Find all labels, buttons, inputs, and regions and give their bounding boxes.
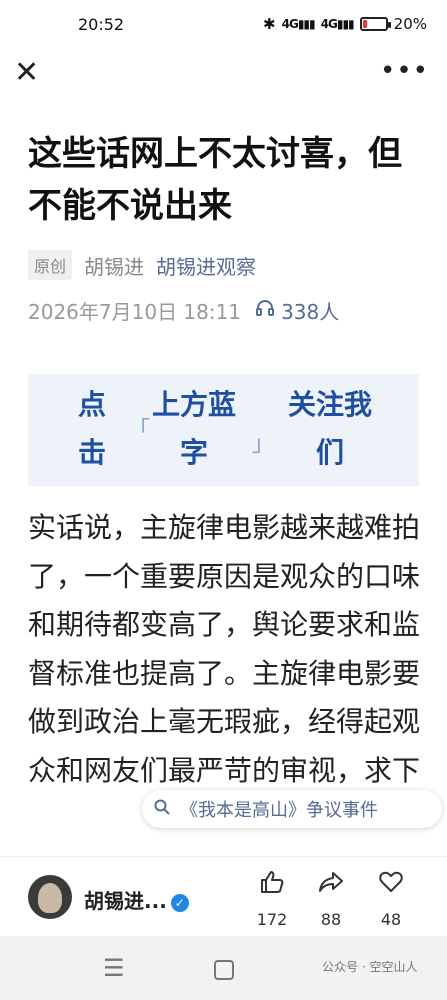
- bluetooth-icon: ✱: [263, 15, 276, 33]
- banner-word-2a: 上方蓝: [151, 388, 236, 421]
- article-body: 实话说，主旋律电影越来越难拍了，一个重要原因是观众的口味和期待都变高了，舆论要求…: [28, 511, 421, 787]
- topic-text: 《我本是高山》争议事件: [180, 800, 378, 821]
- battery-percent: 20%: [393, 15, 427, 33]
- share-button[interactable]: 88: [306, 869, 356, 929]
- like-count: 172: [256, 910, 288, 929]
- banner-word-3a: 关注我: [287, 388, 372, 421]
- wow-button[interactable]: 48: [366, 869, 416, 929]
- close-icon[interactable]: ✕: [14, 58, 44, 88]
- avatar[interactable]: [28, 875, 72, 919]
- signal-icon: 4G▮▮▮: [320, 17, 355, 31]
- article-title: 这些话网上不太讨喜，但不能不说出来: [28, 134, 402, 226]
- listen-button[interactable]: 338人: [255, 296, 339, 325]
- status-bar: 20:52 ✱ 4G▮▮▮ 4G▮▮▮ 20%: [0, 0, 447, 48]
- banner-word-3b: 们: [315, 436, 344, 469]
- account-link[interactable]: 胡锡进观察: [156, 251, 256, 280]
- headphones-icon: [255, 298, 275, 323]
- more-icon[interactable]: •••: [380, 56, 429, 86]
- verified-icon: ✓: [170, 894, 189, 912]
- home-icon[interactable]: [214, 960, 234, 980]
- bottom-account-name: 胡锡进...: [84, 889, 167, 913]
- top-bar: ✕ •••: [0, 52, 447, 96]
- banner-word-1a: 点: [77, 388, 106, 421]
- topic-pill[interactable]: 《我本是高山》争议事件: [142, 790, 442, 828]
- article-meta-secondary: 2026年7月10日 18:11 338人: [28, 296, 339, 325]
- system-nav-bar: ☰ 公众号 · 空空山人: [0, 936, 447, 1000]
- battery-icon: [359, 17, 391, 31]
- bracket-right-icon: 」: [252, 432, 275, 457]
- share-icon: [306, 869, 356, 902]
- author-name: 胡锡进: [84, 254, 145, 279]
- heart-icon: [366, 869, 416, 902]
- listener-count: 338人: [281, 300, 340, 324]
- banner-word-2b: 字: [179, 436, 208, 469]
- article-meta: 原创 胡锡进 胡锡进观察: [28, 250, 256, 280]
- watermark: 公众号 · 空空山人: [322, 960, 418, 974]
- bottom-action-bar: 胡锡进... ✓ 172 88 48: [0, 856, 447, 937]
- like-button[interactable]: 172: [247, 869, 297, 929]
- status-icons: ✱ 4G▮▮▮ 4G▮▮▮ 20%: [263, 15, 427, 33]
- publish-datetime: 2026年7月10日 18:11: [28, 300, 242, 324]
- original-badge: 原创: [28, 250, 73, 280]
- signal-icon: 4G▮▮▮: [281, 17, 316, 31]
- bottom-account[interactable]: 胡锡进... ✓: [84, 885, 189, 914]
- follow-banner[interactable]: 点 击 「 上方蓝 字 」 关注我 们: [28, 374, 419, 486]
- wow-count: 48: [380, 910, 402, 929]
- search-icon: [154, 799, 170, 820]
- status-time: 20:52: [78, 14, 125, 34]
- banner-word-1b: 击: [77, 436, 106, 469]
- thumbs-up-icon: [247, 869, 297, 902]
- share-count: 88: [320, 910, 342, 929]
- menu-icon[interactable]: ☰: [103, 954, 125, 982]
